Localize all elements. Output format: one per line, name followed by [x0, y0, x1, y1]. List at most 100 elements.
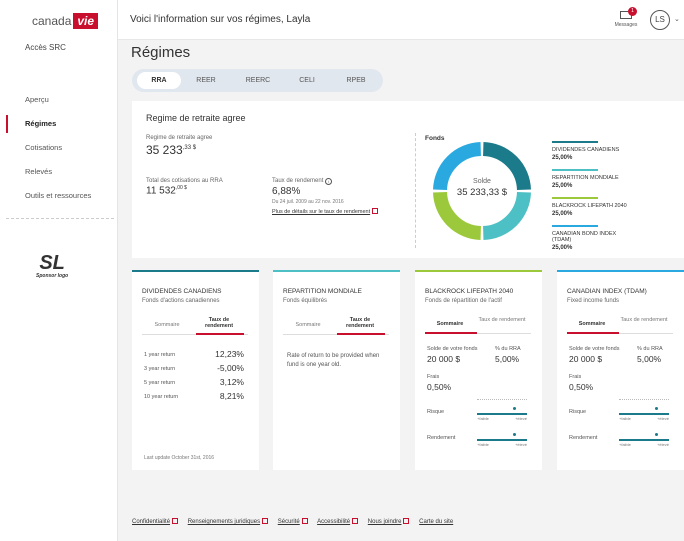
- tab-reerc[interactable]: REERC: [234, 72, 282, 89]
- rate-details-link[interactable]: Plus de détails sur le taux de rendement: [272, 208, 379, 215]
- fund-card-canadian-index: CANADIAN INDEX (TDAM) Fixed income funds…: [557, 270, 684, 470]
- tab-celi[interactable]: CELI: [285, 72, 329, 89]
- legend-fund-name: BLACKROCK LIFEPATH 2040: [552, 203, 627, 209]
- risk-marker: [513, 407, 516, 410]
- footer-link-juridiques[interactable]: Renseignements juridiques: [188, 518, 269, 525]
- footer-link-accessibilite[interactable]: Accessibilité: [317, 518, 359, 525]
- tab-reer[interactable]: REER: [184, 72, 228, 89]
- tab-taux-rendement[interactable]: Taux de rendement: [619, 317, 669, 323]
- return-value: 12,23%: [215, 349, 244, 359]
- fund-card-repartition: REPARTITION MONDIALE Fonds équilibrés So…: [273, 270, 400, 470]
- tab-taux-rendement[interactable]: Taux de rendement: [194, 317, 244, 329]
- sponsor-logo-mark: SL: [39, 252, 65, 274]
- risk-scale-labels: +faible +élevé: [619, 416, 669, 421]
- sidebar-item-outils[interactable]: Outils et ressources: [0, 184, 117, 208]
- contrib-total: 11 532,00 $: [146, 185, 187, 197]
- risk-scale: [477, 407, 527, 415]
- return-label: 3 year return: [144, 366, 176, 372]
- footer-link-nous-joindre[interactable]: Nous joindre: [368, 518, 410, 525]
- return-value: 8,21%: [219, 391, 244, 401]
- share-label: % du RRA: [637, 346, 663, 352]
- legend-fund-pct: 25,00%: [552, 183, 573, 189]
- tab-taux-rendement[interactable]: Taux de rendement: [335, 317, 385, 329]
- fund-legend-item: BLACKROCK LIFEPATH 2040 25,00%: [552, 197, 628, 217]
- tab-taux-rendement[interactable]: Taux de rendement: [477, 317, 527, 323]
- dotted-divider: [477, 399, 527, 400]
- return-rating-label: Rendement: [427, 435, 456, 441]
- footer-link-securite[interactable]: Sécurité: [278, 518, 308, 525]
- fund-legend-item: REPARTITION MONDIALE 25,00%: [552, 169, 628, 189]
- return-scale: [619, 433, 669, 441]
- info-icon[interactable]: i: [325, 178, 333, 185]
- tab-rra[interactable]: RRA: [137, 72, 181, 89]
- legend-fund-pct: 25,00%: [552, 245, 573, 251]
- fund-card-subtitle: Fonds de répartition de l'actif: [425, 298, 502, 304]
- plan-balance-label: Regime de retraite agree: [146, 135, 213, 141]
- return-scale-labels: +faible +élevé: [477, 442, 527, 447]
- risk-marker: [655, 407, 658, 410]
- tab-active-indicator: [196, 333, 244, 335]
- legend-fund-pct: 25,00%: [552, 155, 573, 161]
- footer-link-confidentialite[interactable]: Confidentialité: [132, 518, 179, 525]
- plan-tabs: RRA REER REERC CELI RPEB: [132, 69, 383, 92]
- messages-badge: 1: [628, 7, 637, 16]
- rate-period: Du 24 juil. 2009 au 22 nov. 2016: [272, 199, 344, 205]
- rate-label: Taux de rendement i: [272, 178, 333, 185]
- sidebar-item-releves[interactable]: Relevés: [0, 160, 117, 184]
- fund-card-dividendes: DIVIDENDES CANADIENS Fonds d'actions can…: [132, 270, 259, 470]
- messages-label: Messages: [614, 22, 638, 28]
- fund-card-title: REPARTITION MONDIALE: [283, 288, 362, 295]
- tab-sommaire[interactable]: Sommaire: [142, 322, 192, 328]
- fund-card-title: CANADIAN INDEX (TDAM): [567, 288, 647, 295]
- messages-button[interactable]: 1 Messages: [610, 7, 642, 28]
- rate-value: 6,88%: [272, 186, 301, 197]
- return-label: 5 year return: [144, 380, 176, 386]
- fund-fees: 0,50%: [569, 382, 594, 392]
- donut-slice-1: [482, 191, 531, 240]
- return-label: 1 year return: [144, 352, 176, 358]
- external-link-icon: [262, 518, 269, 524]
- rate-message: Rate of return to be provided when fund …: [287, 353, 380, 368]
- risk-label: Risque: [569, 409, 587, 415]
- donut-value: 35 233,33 $: [457, 187, 508, 198]
- balance-label: Solde de votre fonds: [427, 346, 478, 352]
- logo-badge: vie: [73, 13, 99, 29]
- top-bar: Voici l'information sur vos régimes, Lay…: [118, 0, 684, 40]
- fund-share: 5,00%: [495, 354, 520, 364]
- envelope-icon: 1: [620, 7, 637, 19]
- return-value: 3,12%: [219, 377, 244, 387]
- fund-legend-item: DIVIDENDES CANADIENS 25,00%: [552, 141, 628, 161]
- tab-rpeb[interactable]: RPEB: [334, 72, 378, 89]
- sidebar-divider: [6, 218, 114, 219]
- return-marker: [655, 433, 658, 436]
- footer-link-carte-du-site[interactable]: Carte du site: [419, 519, 453, 525]
- fund-balance: 20 000 $: [569, 354, 603, 364]
- sidebar-item-cotisations[interactable]: Cotisations: [0, 136, 117, 160]
- last-update: Last update October 31st, 2016: [144, 455, 215, 461]
- acces-src-link[interactable]: Accès SRC: [25, 43, 66, 52]
- share-label: % du RRA: [495, 346, 521, 352]
- panel-divider: [415, 133, 416, 248]
- legend-fund-name: REPARTITION MONDIALE: [552, 175, 619, 181]
- greeting: Voici l'information sur vos régimes, Lay…: [130, 14, 311, 25]
- external-link-icon: [352, 518, 359, 524]
- page-title: Régimes: [131, 44, 191, 61]
- contrib-label: Total des cotisations au RRA: [146, 178, 223, 184]
- sidebar-item-apercu[interactable]: Aperçu: [0, 88, 117, 112]
- external-link-icon: [172, 518, 179, 524]
- canada-vie-logo[interactable]: canada vie: [32, 12, 99, 30]
- tab-sommaire[interactable]: Sommaire: [283, 322, 333, 328]
- return-rating-label: Rendement: [569, 435, 598, 441]
- tab-sommaire[interactable]: Sommaire: [567, 321, 617, 327]
- legend-fund-name: DIVIDENDES CANADIENS: [552, 147, 620, 153]
- tab-sommaire[interactable]: Sommaire: [425, 321, 475, 327]
- sidebar-item-regimes[interactable]: Régimes: [0, 112, 117, 136]
- tab-active-indicator: [567, 332, 619, 334]
- return-marker: [513, 433, 516, 436]
- donut-slice-2: [433, 191, 482, 240]
- fund-legend-item: CANADIAN BOND INDEX (TDAM) 25,00%: [552, 225, 628, 251]
- tab-active-indicator: [425, 332, 477, 334]
- avatar[interactable]: LS: [650, 10, 670, 30]
- chevron-down-icon[interactable]: ⌄: [674, 15, 680, 23]
- sidebar: canada vie Accès SRC Aperçu Régimes Coti…: [0, 0, 118, 541]
